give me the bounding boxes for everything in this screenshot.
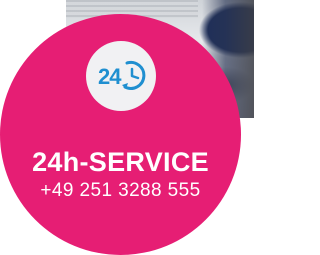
service-phone[interactable]: +49 251 3288 555 bbox=[40, 179, 200, 203]
svg-text:24: 24 bbox=[98, 64, 122, 89]
service-badge[interactable]: 24 24h-SERVICE +49 251 3288 555 bbox=[0, 14, 241, 255]
24h-icon-disc: 24 bbox=[85, 41, 156, 111]
24h-clock-icon: 24 bbox=[98, 60, 145, 90]
service-title: 24h-SERVICE bbox=[32, 147, 209, 177]
service-teaser: 24 24h-SERVICE +49 251 3288 555 bbox=[0, 0, 254, 255]
